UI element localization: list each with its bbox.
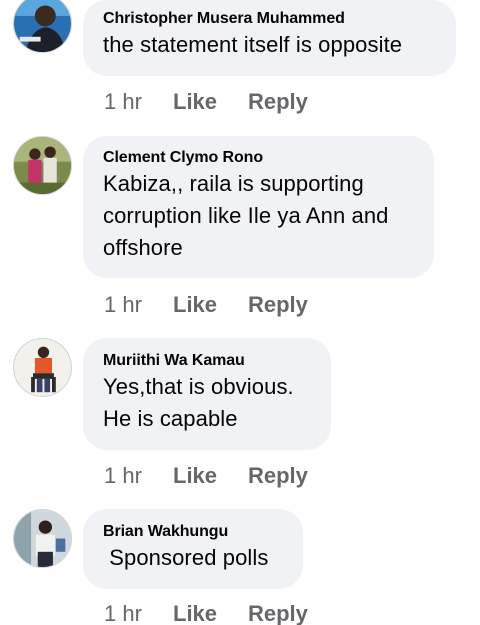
reply-button[interactable]: Reply [248,463,308,489]
comment-time[interactable]: 1 hr [104,463,173,489]
comment-actions: 1 hr Like Reply [104,292,308,318]
comment-text-line: Yes,that is obvious. [103,374,294,399]
like-button[interactable]: Like [173,292,248,318]
comment-item: Muriithi Wa Kamau Yes,that is obvious. H… [0,338,480,498]
reply-button[interactable]: Reply [248,89,308,115]
comment-item: Christopher Musera Muhammed the statemen… [0,0,480,125]
comment-bubble: Brian Wakhungu Sponsored polls [83,509,303,589]
comment-text-line: offshore [103,235,183,260]
comment-text-line: the statement itself is opposite [103,32,403,57]
comment-actions: 1 hr Like Reply [104,89,308,115]
comment-actions: 1 hr Like Reply [104,601,308,625]
comment-text-line: Sponsored polls [103,545,269,570]
like-button[interactable]: Like [173,89,248,115]
like-button[interactable]: Like [173,463,248,489]
avatar[interactable] [13,509,72,568]
comment-item: Clement Clymo Rono Kabiza,, raila is sup… [0,136,480,326]
comment-bubble: Clement Clymo Rono Kabiza,, raila is sup… [83,136,434,278]
comment-bubble: Christopher Musera Muhammed the statemen… [83,0,456,76]
comment-author[interactable]: Brian Wakhungu [103,522,283,542]
comment-time[interactable]: 1 hr [104,292,173,318]
comment-text-line: corruption like Ile ya Ann and [103,203,389,228]
profile-photo-icon [14,510,71,567]
avatar[interactable] [13,338,72,397]
reply-button[interactable]: Reply [248,601,308,625]
avatar[interactable] [13,136,72,195]
comment-actions: 1 hr Like Reply [104,463,308,489]
comment-author[interactable]: Muriithi Wa Kamau [103,351,311,371]
comment-text-line: He is capable [103,406,238,431]
profile-photo-icon [14,137,71,194]
reply-button[interactable]: Reply [248,292,308,318]
profile-photo-icon [14,339,71,396]
comment-bubble: Muriithi Wa Kamau Yes,that is obvious. H… [83,338,331,450]
comment-text-line: Kabiza,, raila is supporting [103,171,364,196]
comment-item: Brian Wakhungu Sponsored polls 1 hr Like… [0,509,480,625]
comment-author[interactable]: Clement Clymo Rono [103,148,414,168]
profile-photo-icon [14,0,71,52]
avatar[interactable] [13,0,72,53]
comment-time[interactable]: 1 hr [104,89,173,115]
comment-time[interactable]: 1 hr [104,601,173,625]
comment-author[interactable]: Christopher Musera Muhammed [103,9,436,29]
like-button[interactable]: Like [173,601,248,625]
